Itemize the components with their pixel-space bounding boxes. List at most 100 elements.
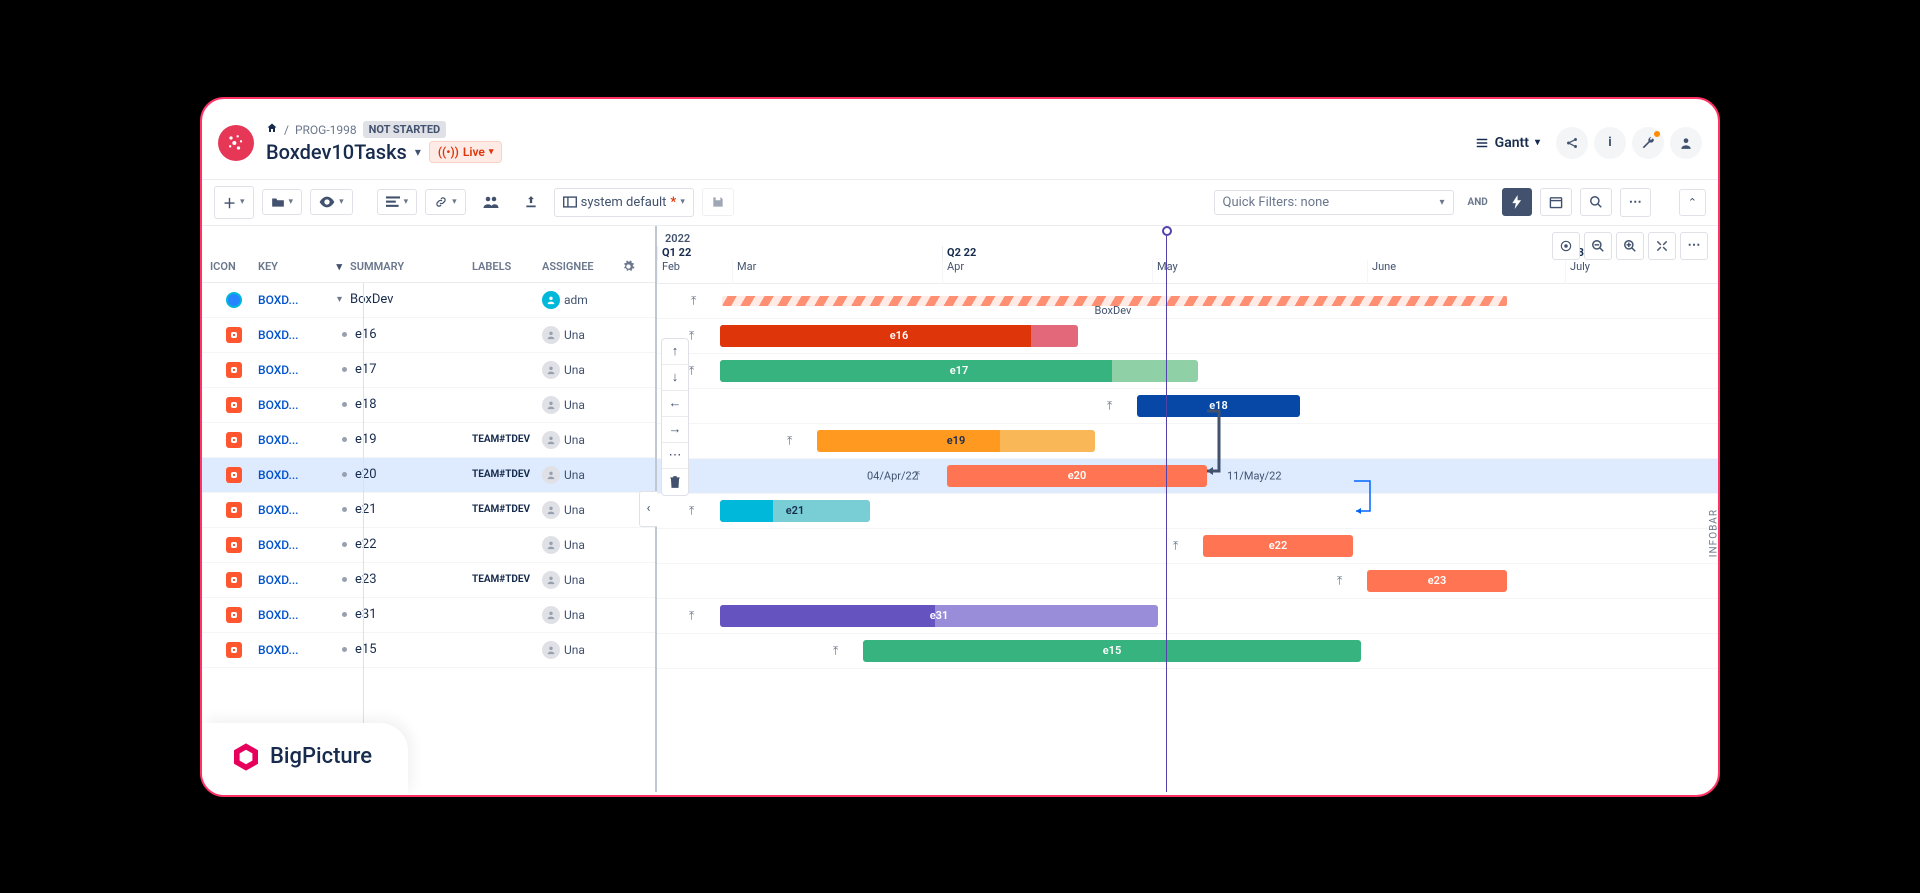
issue-key[interactable]: BOXD...	[258, 293, 318, 307]
issue-assignee[interactable]: Una	[542, 466, 622, 484]
issue-summary[interactable]: e23	[342, 572, 472, 587]
gantt-row[interactable]: ⤒e31	[657, 599, 1718, 634]
col-icon[interactable]: ICON	[210, 260, 258, 276]
share-icon[interactable]	[1556, 127, 1588, 159]
issue-summary[interactable]: e16	[342, 327, 472, 342]
gantt-bar[interactable]: e16	[720, 325, 1078, 347]
issue-key[interactable]: BOXD...	[258, 608, 318, 622]
center-today-button[interactable]	[1552, 232, 1580, 260]
infobar-tab[interactable]: INFOBAR	[1709, 509, 1720, 557]
table-row[interactable]: BOXD...▾BoxDev adm	[202, 283, 655, 318]
move-up-button[interactable]: ↑	[662, 339, 688, 365]
table-row[interactable]: BOXD...e22Una	[202, 528, 655, 563]
visibility-button[interactable]: ▾	[310, 189, 353, 215]
align-button[interactable]: ▾	[377, 189, 418, 215]
issue-assignee[interactable]: Una	[542, 606, 622, 624]
home-icon[interactable]	[266, 122, 278, 137]
save-button[interactable]	[702, 188, 734, 216]
collapse-up-button[interactable]: ⌃	[1679, 189, 1706, 216]
issue-assignee[interactable]: adm	[542, 291, 622, 309]
gantt-row[interactable]: ⤒e18	[657, 389, 1718, 424]
issue-summary[interactable]: e15	[342, 642, 472, 657]
gantt-row[interactable]: ⤒04/Apr/22e2011/May/22	[657, 459, 1718, 494]
table-row[interactable]: BOXD... e18 Una	[202, 388, 655, 423]
column-settings-icon[interactable]	[622, 260, 642, 276]
page-title[interactable]: Boxdev10Tasks	[266, 140, 407, 164]
delete-button[interactable]	[662, 469, 688, 495]
gantt-bar[interactable]: e15	[863, 640, 1361, 662]
issue-key[interactable]: BOXD...	[258, 468, 318, 482]
zoom-out-button[interactable]	[1584, 232, 1612, 260]
gantt-bar[interactable]: e18	[1137, 395, 1300, 417]
table-row[interactable]: BOXD...e16Una	[202, 318, 655, 353]
export-button[interactable]	[516, 189, 546, 215]
sort-caret-icon[interactable]: ▾	[318, 260, 342, 276]
col-key[interactable]: KEY	[258, 260, 318, 276]
table-row[interactable]: BOXD...e31Una	[202, 598, 655, 633]
issue-summary[interactable]: e18	[342, 397, 472, 412]
col-assignee[interactable]: ASSIGNEE	[542, 260, 622, 276]
issue-summary[interactable]: e20	[342, 467, 472, 482]
issue-assignee[interactable]: Una	[542, 501, 622, 519]
issue-key[interactable]: BOXD...	[258, 503, 318, 517]
issue-key[interactable]: BOXD...	[258, 538, 318, 552]
gantt-row[interactable]: ⤒e17	[657, 354, 1718, 389]
fit-button[interactable]	[1648, 232, 1676, 260]
issue-summary[interactable]: e17	[342, 362, 472, 377]
gantt-row[interactable]: ⤒e19	[657, 424, 1718, 459]
move-down-button[interactable]: ↓	[662, 365, 688, 391]
view-mode-button[interactable]: Gantt ▾	[1465, 129, 1550, 157]
outdent-button[interactable]: ←	[662, 391, 688, 417]
gantt-bar[interactable]: e23	[1367, 570, 1507, 592]
issue-summary[interactable]: BoxDev	[342, 292, 472, 307]
table-row[interactable]: BOXD...e23TEAM#TDEVUna	[202, 563, 655, 598]
expand-caret-icon[interactable]: ▾	[318, 294, 342, 305]
col-summary[interactable]: SUMMARY	[342, 260, 472, 276]
layout-select[interactable]: system default * ▾	[554, 188, 694, 217]
collapse-panel-button[interactable]: ‹	[639, 491, 657, 527]
table-row[interactable]: BOXD...e15Una	[202, 633, 655, 668]
col-labels[interactable]: LABELS	[472, 260, 542, 276]
gantt-row[interactable]: ⤒e16	[657, 319, 1718, 354]
title-caret-icon[interactable]: ▾	[415, 145, 421, 159]
user-icon[interactable]	[1670, 127, 1702, 159]
issue-assignee[interactable]: Una	[542, 396, 622, 414]
wrench-icon[interactable]	[1632, 127, 1664, 159]
gantt-row[interactable]: BoxDev⤒	[657, 284, 1718, 319]
issue-key[interactable]: BOXD...	[258, 398, 318, 412]
issue-summary[interactable]: e22	[342, 537, 472, 552]
more-button[interactable]: ⋯	[1620, 188, 1651, 217]
issue-key[interactable]: BOXD...	[258, 643, 318, 657]
gantt-bar[interactable]: e17	[720, 360, 1198, 382]
issue-assignee[interactable]: Una	[542, 431, 622, 449]
table-row[interactable]: BOXD...e19TEAM#TDEVUna	[202, 423, 655, 458]
info-icon[interactable]: i	[1594, 127, 1626, 159]
gantt-bar[interactable]: e21	[720, 500, 870, 522]
gantt-bar[interactable]: e19	[817, 430, 1095, 452]
table-row[interactable]: BOXD...e20TEAM#TDEVUna	[202, 458, 655, 493]
breadcrumb-project[interactable]: PROG-1998	[295, 123, 357, 137]
add-button[interactable]: ＋▾	[214, 186, 254, 219]
link-button[interactable]: ▾	[425, 189, 466, 215]
gantt-row[interactable]: ⤒e21	[657, 494, 1718, 529]
timeline-more-button[interactable]: ⋯	[1680, 232, 1708, 260]
search-button[interactable]	[1580, 188, 1612, 216]
team-button[interactable]	[474, 189, 508, 215]
issue-key[interactable]: BOXD...	[258, 433, 318, 447]
live-badge[interactable]: ((•)) Live ▾	[429, 141, 503, 163]
quick-filters-select[interactable]: Quick Filters: none ▾	[1214, 190, 1454, 215]
issue-key[interactable]: BOXD...	[258, 573, 318, 587]
table-row[interactable]: BOXD... e17 Una	[202, 353, 655, 388]
folder-button[interactable]: ▾	[262, 189, 303, 215]
issue-key[interactable]: BOXD...	[258, 328, 318, 342]
issue-assignee[interactable]: Una	[542, 361, 622, 379]
gantt-row[interactable]: ⤒e22	[657, 529, 1718, 564]
issue-key[interactable]: BOXD...	[258, 363, 318, 377]
issue-assignee[interactable]: Una	[542, 571, 622, 589]
table-row[interactable]: BOXD...e21TEAM#TDEVUna	[202, 493, 655, 528]
gantt-bar[interactable]: e31	[720, 605, 1158, 627]
flash-button[interactable]	[1502, 188, 1532, 216]
calendar-button[interactable]	[1540, 188, 1572, 216]
issue-summary[interactable]: e21	[342, 502, 472, 517]
gantt-row[interactable]: ⤒e23	[657, 564, 1718, 599]
